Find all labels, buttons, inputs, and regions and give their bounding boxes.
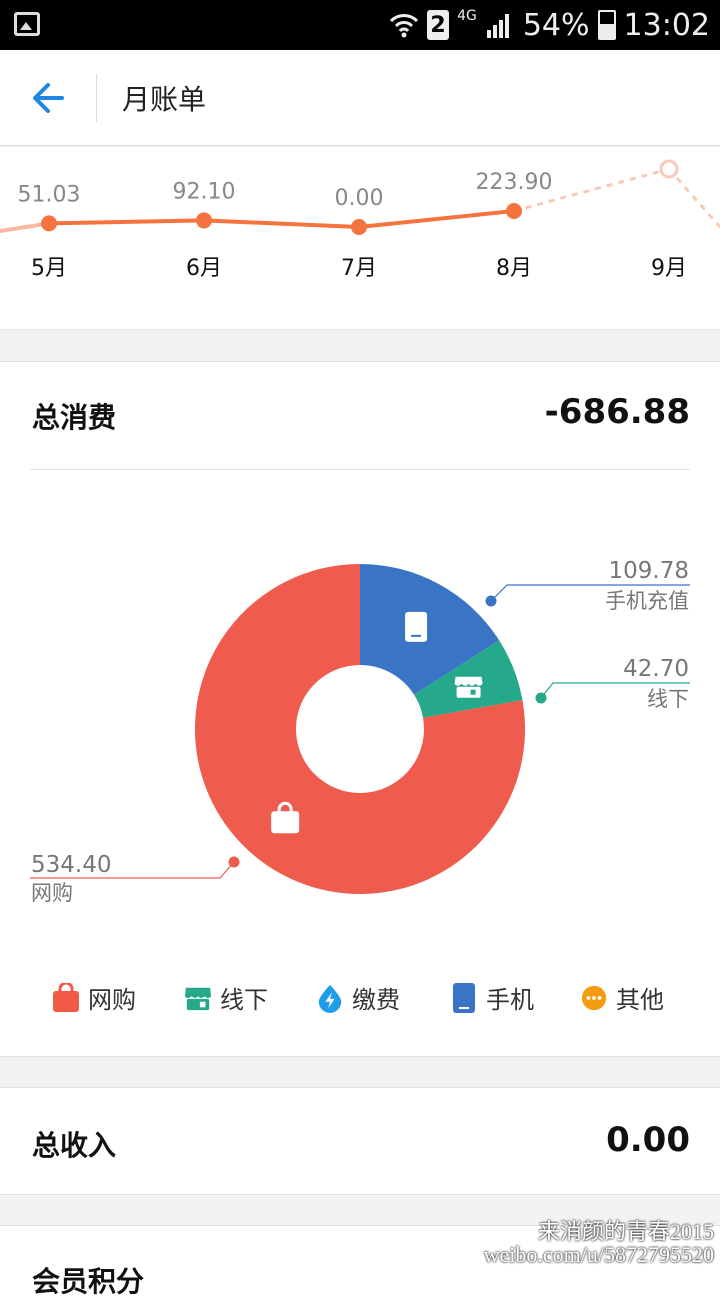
clock: 13:02	[623, 7, 710, 43]
trend-segment	[203, 218, 360, 229]
trend-value-label: 51.03	[18, 182, 81, 207]
income-total: 0.00	[606, 1120, 690, 1160]
trend-value-label: 92.10	[173, 179, 236, 204]
trend-point[interactable]	[196, 212, 212, 229]
pie-callout-dot	[535, 692, 547, 704]
income-label: 总收入	[32, 1129, 117, 1162]
pie-value-label: 534.40	[31, 852, 111, 878]
signal-icon	[486, 14, 509, 38]
store-icon	[454, 676, 483, 698]
legend-label: 线下	[220, 986, 268, 1014]
wifi-icon	[389, 14, 419, 38]
battery-percent: 54%	[522, 7, 590, 43]
legend-bills[interactable]: 缴费	[316, 980, 400, 1015]
trend-month-label[interactable]: 8月	[496, 256, 532, 281]
income-card[interactable]: 总收入 0.00	[0, 1087, 720, 1195]
trend-value-label: 223.90	[476, 170, 553, 195]
back-arrow-icon[interactable]	[28, 76, 72, 120]
pie-name-label: 线下	[647, 687, 689, 711]
page-title: 月账单	[122, 83, 207, 116]
trend-point-future[interactable]	[659, 159, 679, 179]
legend-other[interactable]: 其他	[580, 980, 664, 1015]
trend-value-label: 0.00	[335, 186, 384, 211]
gallery-notification-icon	[14, 12, 40, 36]
status-bar: 2 4G 54% 13:02	[0, 0, 720, 50]
trend-segment	[48, 218, 205, 226]
pie-value-label: 42.70	[623, 656, 689, 682]
trend-month-label[interactable]: 6月	[186, 256, 222, 281]
legend-label: 手机	[486, 986, 534, 1014]
watermark-line2: weibo.com/u/5872795520	[483, 1242, 714, 1267]
expense-total: -686.88	[544, 392, 690, 432]
network-type: 4G	[457, 8, 477, 24]
appbar-divider	[96, 74, 97, 122]
phone-icon	[405, 611, 428, 642]
trend-point[interactable]	[506, 203, 522, 219]
pie-name-label: 网购	[31, 881, 73, 905]
legend-label: 缴费	[352, 986, 400, 1014]
legend-label: 网购	[88, 986, 136, 1014]
pie-name-label: 手机充值	[605, 589, 689, 613]
shopping-bag-icon	[53, 982, 79, 1012]
phone-icon	[453, 982, 475, 1013]
trend-point[interactable]	[41, 215, 57, 232]
legend-online-shopping[interactable]: 网购	[52, 980, 136, 1015]
pie-callout-dot	[485, 595, 497, 607]
expense-label: 总消费	[32, 401, 117, 434]
trend-segment	[358, 209, 515, 229]
trend-point[interactable]	[351, 219, 367, 235]
trend-month-label[interactable]: 7月	[341, 256, 377, 281]
more-dots-icon	[581, 985, 607, 1010]
pie-value-label: 109.78	[609, 558, 689, 584]
category-legend: 网购 线下 缴费 手机 其他	[0, 980, 720, 1040]
legend-offline[interactable]: 线下	[184, 980, 268, 1015]
bolt-drop-icon	[318, 984, 342, 1013]
legend-label: 其他	[616, 986, 664, 1014]
trend-tail	[667, 168, 720, 228]
expense-pie-chart[interactable]: 109.78 手机充值 42.70 线下 534.40 网购	[0, 470, 720, 940]
store-icon	[184, 987, 212, 1010]
trend-month-label[interactable]: 9月	[651, 256, 687, 281]
pie-callout-dot	[228, 856, 240, 868]
sim-slot-indicator: 2	[427, 10, 450, 40]
battery-icon	[597, 10, 616, 40]
member-points-label: 会员积分	[32, 1265, 145, 1298]
trend-month-label[interactable]: 5月	[31, 256, 67, 281]
monthly-trend-chart[interactable]: 51.03 5月 92.10 6月 0.00 7月 223.90 8月 9月	[0, 147, 720, 330]
legend-phone[interactable]: 手机	[450, 980, 534, 1015]
app-bar: 月账单	[0, 50, 720, 146]
